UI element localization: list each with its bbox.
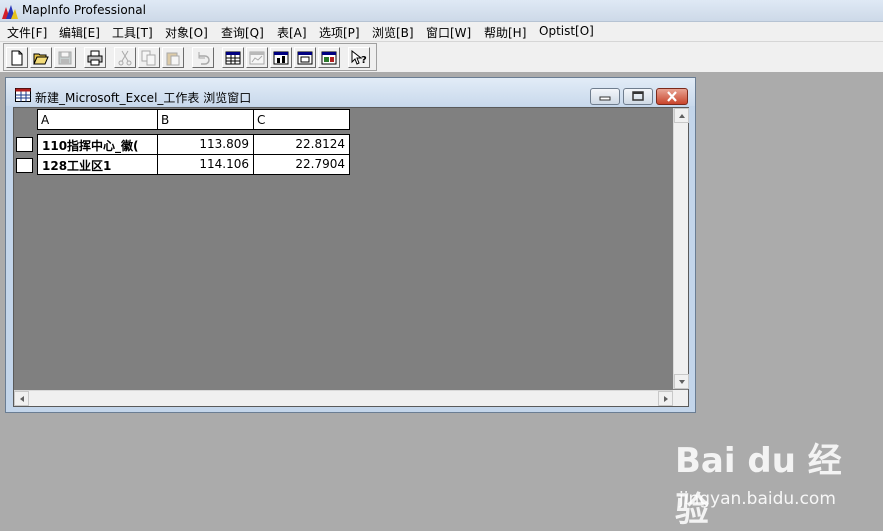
column-header-c[interactable]: C <box>253 109 350 130</box>
new-graph-button[interactable] <box>270 47 292 68</box>
menu-tools[interactable]: 工具[T] <box>112 24 153 41</box>
column-header-a[interactable]: A <box>37 109 158 130</box>
arrow-left-icon <box>20 396 24 402</box>
table-cell[interactable]: 114.106 <box>157 154 254 175</box>
map-window-icon <box>249 51 265 65</box>
menu-optist[interactable]: Optist[O] <box>539 24 594 38</box>
table-cell[interactable]: 22.8124 <box>253 134 350 155</box>
cut-button[interactable] <box>114 47 136 68</box>
arrow-down-icon <box>679 380 685 384</box>
new-browser-button[interactable] <box>222 47 244 68</box>
close-button[interactable] <box>656 88 688 105</box>
toolbar-area: ? <box>0 42 883 72</box>
copy-button[interactable] <box>138 47 160 68</box>
menu-options[interactable]: 选项[P] <box>319 24 360 41</box>
menu-bar: 文件[F] 编辑[E] 工具[T] 对象[O] 查询[Q] 表[A] 选项[P]… <box>0 22 883 42</box>
svg-text:?: ? <box>361 55 367 66</box>
mapinfo-logo-icon <box>2 5 18 19</box>
open-icon <box>33 53 49 65</box>
row-select-box[interactable] <box>16 137 33 152</box>
browser-window-title: 新建_Microsoft_Excel_工作表 浏览窗口 <box>35 91 252 105</box>
table-cell[interactable]: 113.809 <box>157 134 254 155</box>
paste-button[interactable] <box>162 47 184 68</box>
cut-icon <box>118 50 132 66</box>
horizontal-scrollbar[interactable] <box>14 390 673 406</box>
save-button[interactable] <box>54 47 76 68</box>
restore-icon <box>632 91 644 101</box>
baidu-jingyan-watermark: Bai du 经验 jingyan.baidu.com <box>675 433 875 530</box>
menu-edit[interactable]: 编辑[E] <box>59 24 100 41</box>
print-icon <box>87 50 103 66</box>
menu-file[interactable]: 文件[F] <box>7 24 47 41</box>
scrollbar-corner <box>673 390 688 406</box>
redistrict-window-icon <box>321 51 337 65</box>
browser-window[interactable]: 新建_Microsoft_Excel_工作表 浏览窗口 A B C 110指挥中… <box>5 77 696 413</box>
paste-icon <box>166 52 180 66</box>
restore-button[interactable] <box>623 88 653 105</box>
new-layout-button[interactable] <box>294 47 316 68</box>
menu-query[interactable]: 查询[Q] <box>221 24 264 41</box>
minimize-icon <box>599 96 611 101</box>
scroll-down-button[interactable] <box>674 374 689 389</box>
graph-window-icon <box>273 51 289 65</box>
browser-window-icon <box>225 51 241 65</box>
column-header-b[interactable]: B <box>157 109 254 130</box>
new-icon <box>11 50 23 66</box>
watermark-url: jingyan.baidu.com <box>679 489 836 509</box>
layout-window-icon <box>297 51 313 65</box>
new-map-button[interactable] <box>246 47 268 68</box>
table-cell[interactable]: 22.7904 <box>253 154 350 175</box>
menu-help[interactable]: 帮助[H] <box>484 24 526 41</box>
new-button[interactable] <box>6 47 28 68</box>
close-icon <box>667 91 677 102</box>
browser-window-title-bar[interactable]: 新建_Microsoft_Excel_工作表 浏览窗口 <box>6 78 695 106</box>
copy-icon <box>141 50 156 66</box>
help-pointer-button[interactable]: ? <box>348 47 370 68</box>
scroll-up-button[interactable] <box>674 108 689 123</box>
scroll-left-button[interactable] <box>14 391 29 406</box>
watermark-brand: Bai du 经验 <box>675 441 842 530</box>
browser-window-icon <box>15 88 31 102</box>
print-button[interactable] <box>84 47 106 68</box>
app-title: MapInfo Professional <box>22 3 146 17</box>
app-title-bar: MapInfo Professional <box>0 0 883 22</box>
standard-toolbar: ? <box>3 43 377 71</box>
help-pointer-icon: ? <box>351 50 367 66</box>
minimize-button[interactable] <box>590 88 620 105</box>
scroll-right-button[interactable] <box>658 391 673 406</box>
menu-window[interactable]: 窗口[W] <box>426 24 471 41</box>
menu-objects[interactable]: 对象[O] <box>165 24 208 41</box>
save-icon <box>58 51 72 65</box>
redistrict-button[interactable] <box>318 47 340 68</box>
open-button[interactable] <box>30 47 52 68</box>
table-cell[interactable]: 128工业区1 <box>37 154 158 175</box>
menu-table[interactable]: 表[A] <box>277 24 307 41</box>
arrow-right-icon <box>664 396 668 402</box>
vertical-scrollbar[interactable] <box>673 108 689 389</box>
arrow-up-icon <box>679 114 685 118</box>
row-select-box[interactable] <box>16 158 33 173</box>
table-cell[interactable]: 110指挥中心_徽( <box>37 134 158 155</box>
browser-grid-area: A B C 110指挥中心_徽( 113.809 22.8124 128工业区1… <box>13 107 689 407</box>
undo-icon <box>198 52 210 65</box>
undo-button[interactable] <box>192 47 214 68</box>
menu-browse[interactable]: 浏览[B] <box>372 24 414 41</box>
